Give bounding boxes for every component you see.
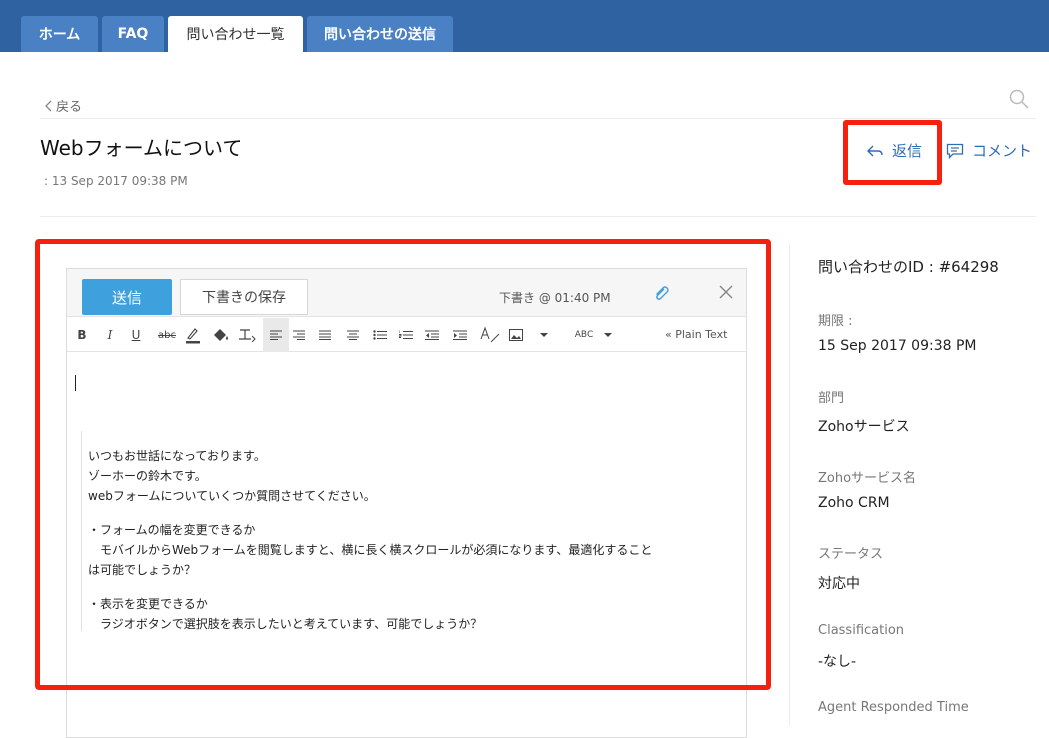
status-value: 対応中 <box>818 576 860 592</box>
tab-ticket-list[interactable]: 問い合わせ一覧 <box>168 16 303 52</box>
highlight-editor <box>35 239 771 690</box>
classification-label: Classification <box>818 623 905 638</box>
tab-faq[interactable]: FAQ <box>102 16 164 52</box>
service-name-label: Zohoサービス名 <box>818 471 917 486</box>
ticket-id: 問い合わせのID : #64298 <box>818 258 999 276</box>
back-label: 戻る <box>56 100 83 115</box>
highlight-reply <box>843 120 942 185</box>
ticket-date: : 13 Sep 2017 09:38 PM <box>44 174 188 188</box>
chevron-left-icon <box>45 100 52 111</box>
ticket-title: Webフォームについて <box>40 136 243 160</box>
date-prefix: : <box>44 174 52 188</box>
divider <box>40 216 1036 217</box>
search-icon[interactable] <box>1008 88 1030 110</box>
comment-icon <box>946 143 964 159</box>
comment-button[interactable]: コメント <box>946 140 1032 161</box>
divider <box>40 118 1036 119</box>
classification-value: -なし- <box>818 654 857 670</box>
panel-divider <box>789 244 790 726</box>
top-nav: ホーム FAQ 問い合わせ一覧 問い合わせの送信 <box>0 0 1049 52</box>
due-date-label: 期限 : <box>818 314 853 329</box>
due-date-value: 15 Sep 2017 09:38 PM <box>818 338 977 354</box>
date-value: 13 Sep 2017 09:38 PM <box>51 174 188 188</box>
tab-submit-ticket[interactable]: 問い合わせの送信 <box>307 16 453 52</box>
back-link[interactable]: 戻る <box>44 96 82 115</box>
agent-responded-time-label: Agent Responded Time <box>818 700 969 715</box>
comment-label: コメント <box>972 142 1033 160</box>
status-label: ステータス <box>818 547 884 562</box>
department-value: Zohoサービス <box>818 419 910 435</box>
tab-home[interactable]: ホーム <box>21 16 98 52</box>
service-name-value: Zoho CRM <box>818 495 890 511</box>
department-label: 部門 <box>818 391 845 406</box>
